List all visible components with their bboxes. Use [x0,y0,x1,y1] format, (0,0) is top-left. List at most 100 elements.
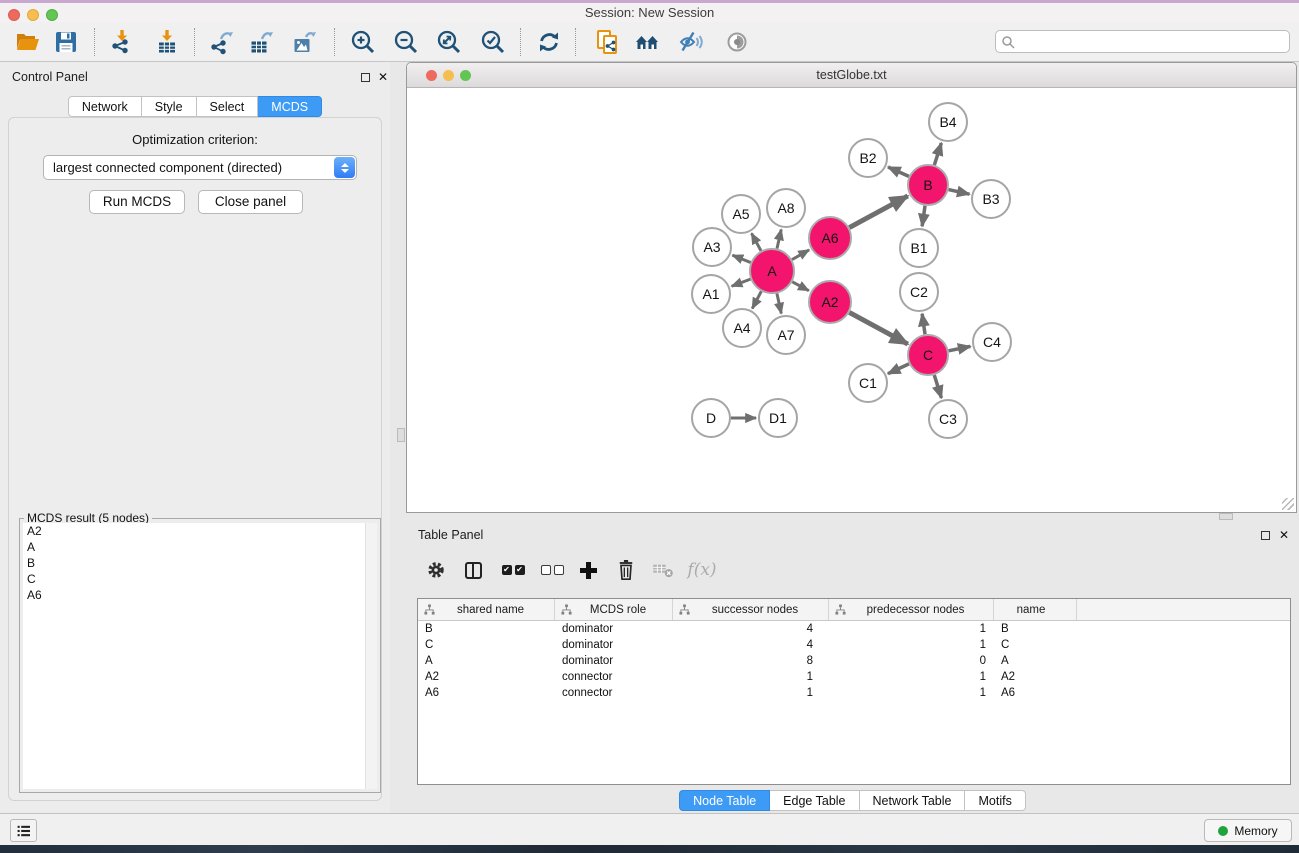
table-row[interactable]: A6connector11A6 [418,685,1290,701]
node-C1[interactable]: C1 [849,364,887,402]
table-cell[interactable]: 4 [673,621,829,637]
table-cell[interactable]: 1 [829,637,994,653]
close-panel-button[interactable]: Close panel [198,190,303,214]
zoom-in-button[interactable] [347,27,379,57]
table-cell[interactable]: B [418,621,555,637]
table-cell[interactable]: 1 [829,685,994,701]
table-row[interactable]: A2connector11A2 [418,669,1290,685]
zoom-window-button[interactable] [46,9,58,21]
close-table-panel-icon[interactable]: ✕ [1279,528,1289,542]
table-cell[interactable]: dominator [555,621,673,637]
node-A2[interactable]: A2 [809,281,851,323]
close-window-button[interactable] [8,9,20,21]
window-resize-grip[interactable] [1282,498,1294,510]
network-minimize-button[interactable] [443,70,454,81]
search-field[interactable] [995,30,1290,53]
optimization-criterion-select[interactable]: largest connected component (directed) [43,155,357,180]
zoom-out-button[interactable] [390,27,422,57]
mcds-result-item[interactable]: A [23,539,365,555]
column-header-successor-nodes[interactable]: successor nodes [673,599,829,620]
import-network-button[interactable] [106,27,138,57]
node-C[interactable]: C [908,335,948,375]
network-graph[interactable]: B4B2BB3A5A8A6B1A3AC2A1A2A4A7C4CC1C3DD1 [407,89,1296,512]
export-image-button[interactable] [289,27,321,57]
add-column-button[interactable] [574,554,602,586]
node-D[interactable]: D [692,399,730,437]
tab-edge-table[interactable]: Edge Table [770,790,859,811]
node-A4[interactable]: A4 [723,309,761,347]
table-cell[interactable]: A6 [994,685,1077,701]
table-cell[interactable]: C [418,637,555,653]
edge-C-C3[interactable] [934,375,941,398]
edge-A-A5[interactable] [752,233,762,250]
edge-B-B3[interactable] [948,190,969,195]
table-settings-button[interactable] [422,554,450,586]
open-session-button[interactable] [12,27,44,57]
delete-column-button[interactable] [612,554,640,586]
node-A1[interactable]: A1 [692,275,730,313]
network-zoom-button[interactable] [460,70,471,81]
node-C4[interactable]: C4 [973,323,1011,361]
node-C2[interactable]: C2 [900,273,938,311]
mcds-result-item[interactable]: A2 [23,523,365,539]
show-graphics-button[interactable] [721,27,753,57]
node-A[interactable]: A [750,249,794,293]
tab-node-table[interactable]: Node Table [679,790,770,811]
float-table-panel-icon[interactable] [1261,531,1270,540]
edge-C-C1[interactable] [888,364,909,374]
table-cell[interactable]: connector [555,685,673,701]
edge-A-A2[interactable] [792,282,809,291]
table-cell[interactable]: dominator [555,637,673,653]
edge-A6-B[interactable] [849,196,907,228]
run-mcds-button[interactable]: Run MCDS [89,190,185,214]
mcds-result-list[interactable]: A2ABCA6 [23,523,365,789]
mcds-result-item[interactable]: C [23,571,365,587]
save-session-button[interactable] [50,27,82,57]
table-cell[interactable]: A [994,653,1077,669]
table-cell[interactable]: 1 [673,685,829,701]
mcds-result-item[interactable]: B [23,555,365,571]
mcds-result-item[interactable]: A6 [23,587,365,603]
node-D1[interactable]: D1 [759,399,797,437]
table-cell[interactable]: 1 [673,669,829,685]
node-A7[interactable]: A7 [767,316,805,354]
table-cell[interactable]: A2 [418,669,555,685]
network-window-titlebar[interactable]: testGlobe.txt [407,63,1296,88]
select-all-columns-button[interactable]: ✔✔ [499,554,527,586]
node-C3[interactable]: C3 [929,400,967,438]
column-header-predecessor-nodes[interactable]: predecessor nodes [829,599,994,620]
edge-A-A6[interactable] [792,250,809,260]
tab-motifs[interactable]: Motifs [965,790,1025,811]
show-column-button[interactable] [459,554,487,586]
edge-B-B4[interactable] [934,143,941,165]
table-cell[interactable]: 4 [673,637,829,653]
search-input[interactable] [1015,32,1289,51]
edge-A-A7[interactable] [777,293,781,313]
node-A5[interactable]: A5 [722,195,760,233]
table-cell[interactable]: connector [555,669,673,685]
node-B[interactable]: B [908,165,948,205]
node-B3[interactable]: B3 [972,180,1010,218]
mcds-result-scrollbar[interactable] [365,523,377,789]
table-cell[interactable]: 0 [829,653,994,669]
table-cell[interactable]: dominator [555,653,673,669]
edge-B-B2[interactable] [888,167,909,176]
edge-C-C4[interactable] [949,346,971,350]
edge-A-A8[interactable] [777,229,781,248]
edge-A-A1[interactable] [732,279,751,286]
table-cell[interactable]: 1 [829,621,994,637]
table-row[interactable]: Adominator80A [418,653,1290,669]
table-cell[interactable]: A2 [994,669,1077,685]
minimize-window-button[interactable] [27,9,39,21]
edge-A2-C[interactable] [849,312,907,344]
hide-labels-button[interactable] [675,27,707,57]
memory-button[interactable]: Memory [1204,819,1292,842]
table-row[interactable]: Bdominator41B [418,621,1290,637]
node-table[interactable]: shared nameMCDS rolesuccessor nodesprede… [417,598,1291,785]
network-close-button[interactable] [426,70,437,81]
zoom-selected-button[interactable] [477,27,509,57]
node-A3[interactable]: A3 [693,228,731,266]
horizontal-splitter-grip[interactable] [1219,513,1233,520]
table-cell[interactable]: 8 [673,653,829,669]
table-cell[interactable]: B [994,621,1077,637]
